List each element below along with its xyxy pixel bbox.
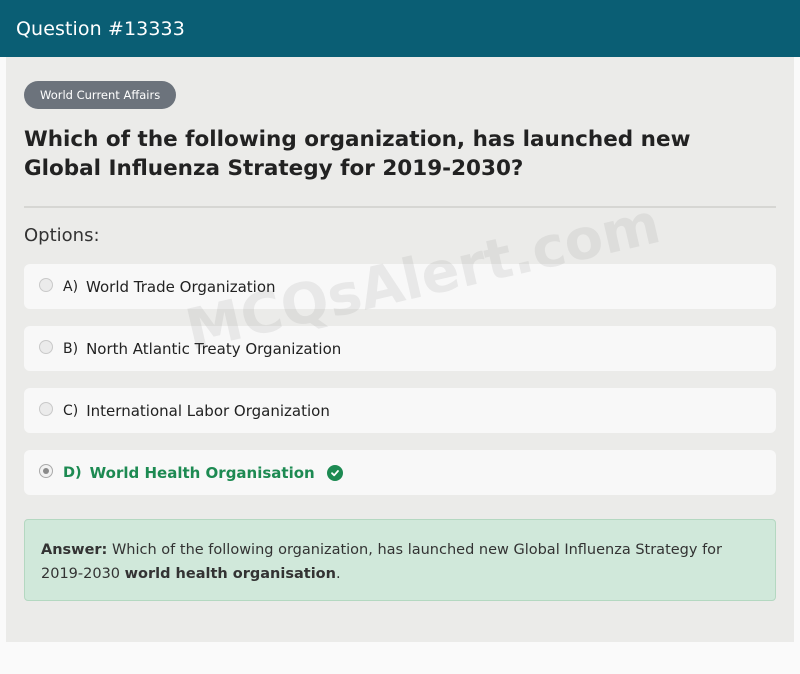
option-c[interactable]: C) International Labor Organization: [24, 388, 776, 433]
option-letter: D): [63, 464, 82, 481]
divider: [24, 206, 776, 208]
option-text: World Trade Organization: [86, 277, 276, 296]
page-footer-strip: [0, 642, 800, 674]
radio-button[interactable]: [39, 339, 53, 354]
radio-button[interactable]: [39, 277, 53, 292]
question-text: Which of the following organization, has…: [24, 127, 691, 181]
answer-box: Answer: Which of the following organizat…: [24, 519, 776, 601]
answer-highlight: world health organisation: [124, 566, 336, 582]
option-text: World Health Organisation: [89, 463, 315, 482]
answer-suffix: .: [335, 566, 341, 582]
option-text: International Labor Organization: [86, 401, 330, 420]
category-badge[interactable]: World Current Affairs: [24, 81, 177, 109]
option-b[interactable]: B) North Atlantic Treaty Organization: [24, 326, 776, 371]
check-circle-icon: [326, 464, 343, 481]
option-a[interactable]: A) World Trade Organization: [24, 264, 776, 309]
option-letter: C): [63, 402, 79, 419]
answer-label: Answer:: [41, 542, 108, 558]
option-letter: A): [63, 278, 79, 295]
option-text: North Atlantic Treaty Organization: [86, 339, 342, 358]
question-card: World Current Affairs Which of the follo…: [6, 57, 794, 642]
radio-button-selected[interactable]: [39, 463, 53, 478]
option-letter: B): [63, 340, 79, 357]
question-number-title: Question #13333: [16, 17, 185, 40]
radio-button[interactable]: [39, 401, 53, 416]
options-label: Options:: [24, 225, 100, 246]
option-d[interactable]: D) World Health Organisation: [24, 450, 776, 495]
page-header: Question #13333: [0, 0, 800, 57]
